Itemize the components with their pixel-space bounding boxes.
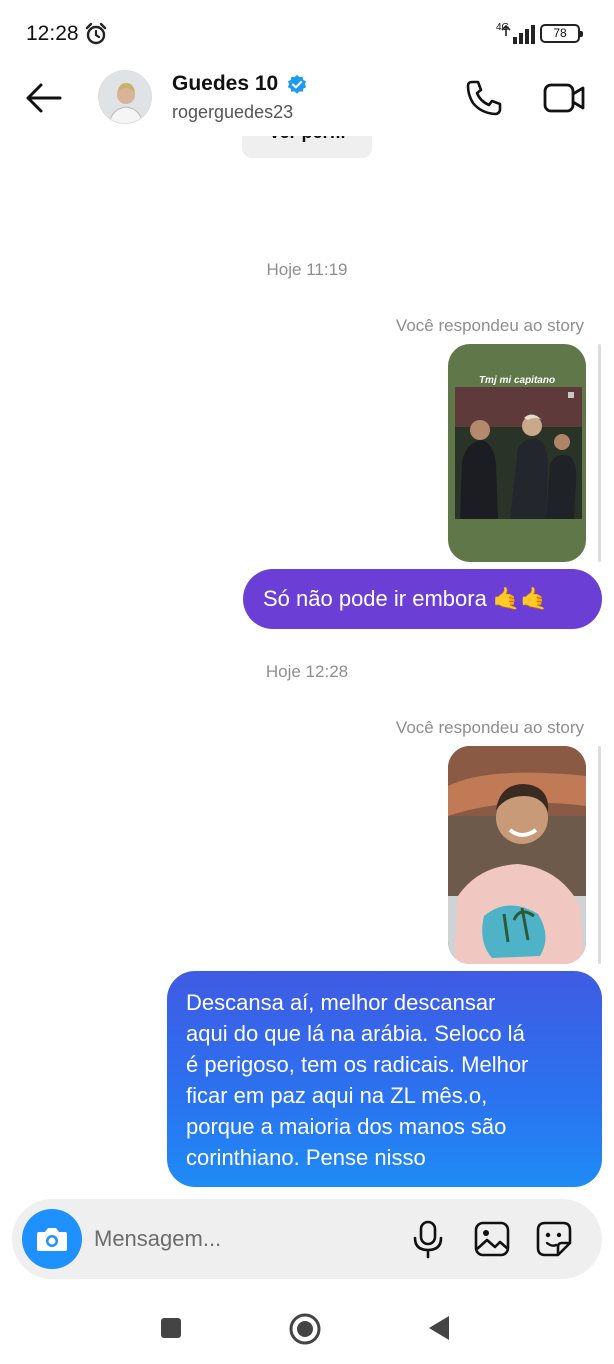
battery-icon: 78 [540,24,583,43]
avatar-photo [99,71,151,123]
story-reply-indicator [598,344,601,562]
story-image: Tmj mi capitano [448,344,586,562]
story-reply-label: Você respondeu ao story [395,316,584,335]
phone-icon[interactable] [464,78,504,118]
contact-name[interactable]: Guedes 10 [172,72,278,96]
chat-header: Guedes 10 rogerguedes23 [0,64,614,136]
sent-message-bubble[interactable]: Só não pode ir embora 🤙🤙 [243,569,602,629]
gallery-icon[interactable] [472,1219,512,1259]
story-image [448,746,586,964]
message-input[interactable] [94,1223,394,1255]
system-navigation-bar [0,1290,614,1364]
status-bar: 12:28 4G 78 [0,0,614,64]
status-time: 12:28 [26,22,79,45]
story-reply-indicator [598,746,601,964]
back-arrow-icon[interactable] [24,80,64,116]
story-thumbnail[interactable] [448,746,586,964]
recents-square-icon[interactable] [160,1317,182,1339]
verified-badge-icon [287,74,307,94]
message-composer [12,1199,602,1279]
avatar[interactable] [98,70,152,124]
contact-handle: rogerguedes23 [172,102,294,122]
alarm-icon [85,22,107,45]
sent-message-bubble[interactable]: Descansa aí, melhor descansar aqui do qu… [167,971,602,1187]
message-timestamp: Hoje 12:28 [265,662,349,681]
camera-button[interactable] [22,1209,82,1269]
story-reply-label: Você respondeu ao story [395,718,584,737]
back-triangle-icon[interactable] [426,1314,452,1342]
home-circle-icon[interactable] [288,1312,322,1346]
story-caption: Tmj mi capitano [479,375,555,386]
story-thumbnail[interactable]: Tmj mi capitano [448,344,586,562]
message-timestamp: Hoje 11:19 [266,260,348,279]
microphone-icon[interactable] [410,1219,446,1259]
signal-icon [501,24,535,44]
sticker-icon[interactable] [534,1219,574,1259]
video-call-icon[interactable] [542,80,586,116]
camera-icon [37,1228,67,1251]
